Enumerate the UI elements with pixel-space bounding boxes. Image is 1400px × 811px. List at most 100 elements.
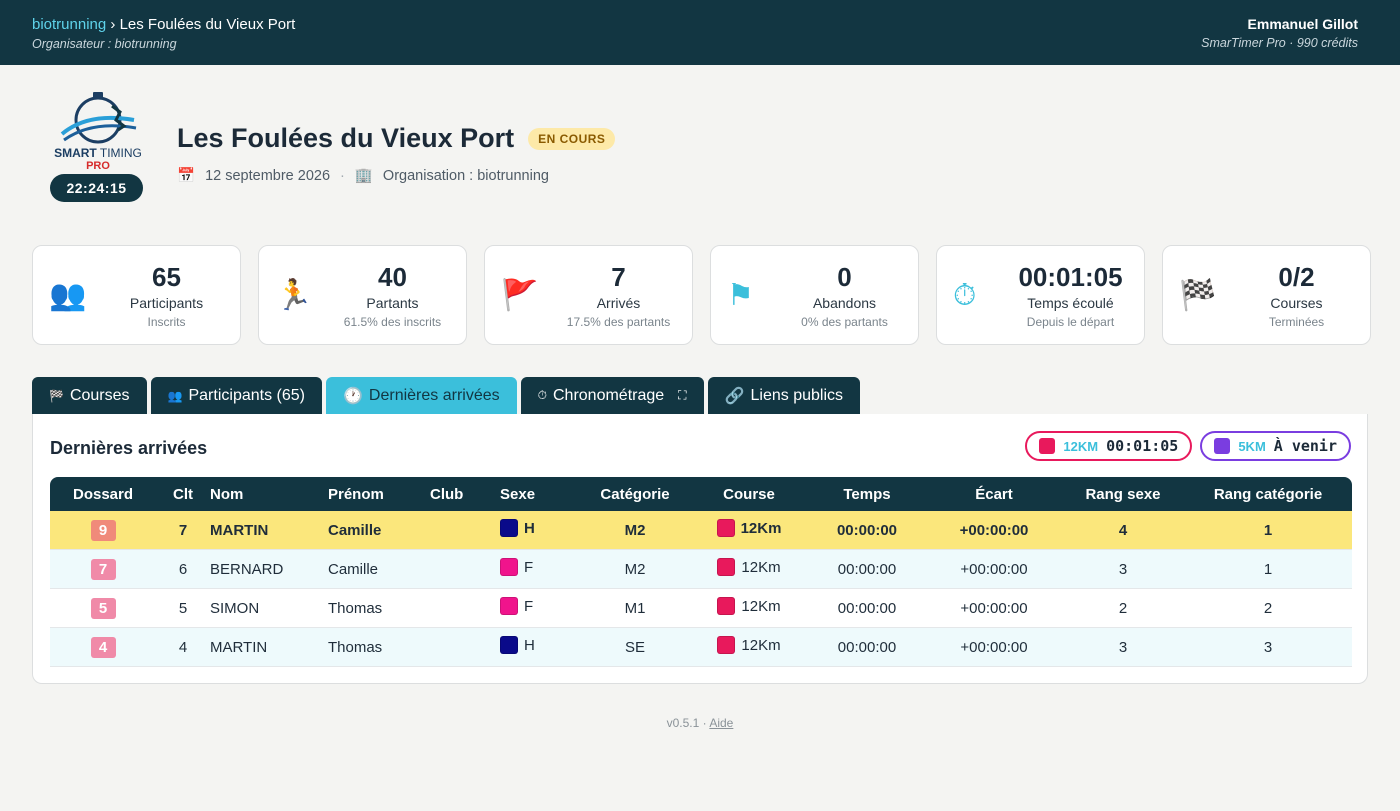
stat-label: Participants — [129, 295, 204, 311]
cell-course: 12Km — [690, 589, 808, 628]
cell-dossard: 5 — [50, 589, 156, 628]
fullscreen-icon[interactable]: ⛶ — [678, 388, 686, 403]
cell-rang-sexe: 2 — [1062, 589, 1184, 628]
tab-courses[interactable]: 🏁 Courses — [32, 377, 147, 414]
stat-hint: 17.5% des partants — [566, 315, 671, 329]
tab-bar: 🏁 Courses 👥 Participants (65) 🕐 Dernière… — [32, 377, 860, 414]
tab-last-arrivals[interactable]: 🕐 Dernières arrivées — [325, 377, 517, 414]
cell-categorie: M1 — [580, 589, 690, 628]
col-rang-sexe[interactable]: Rang sexe — [1062, 477, 1184, 511]
table-row[interactable]: 7 6 BERNARD Camille F M2 12Km 00:00:00 +00:00:00… — [50, 550, 1352, 589]
stat-value: 7 — [611, 262, 626, 292]
race-chip-name: 12KM — [1063, 438, 1099, 454]
bib-badge: 7 — [90, 558, 116, 580]
bib-badge: 4 — [90, 636, 116, 658]
race-chip-time: 00:01:05 — [1106, 437, 1179, 455]
checkered-flag-icon: 🏁 — [1179, 279, 1217, 312]
help-link[interactable]: Aide — [709, 716, 733, 730]
course-color-swatch — [717, 597, 736, 615]
event-organisation: Organisation : biotrunning — [382, 167, 549, 184]
building-icon: 🏢 — [354, 168, 373, 184]
sex-value: H — [524, 519, 535, 537]
blue-flag-icon: ⚑ — [727, 279, 754, 312]
runner-icon: 🏃 — [275, 279, 313, 312]
participants-icon: 👥 — [49, 279, 87, 312]
race-color-swatch — [1214, 438, 1231, 454]
sex-value: H — [524, 636, 535, 654]
stats-row: 👥 65 Participants Inscrits 🏃 40 Partants 61.… — [32, 245, 1371, 345]
course-color-swatch — [717, 636, 736, 654]
status-badge: EN COURS — [528, 127, 616, 150]
stat-value: 65 — [152, 262, 181, 292]
cell-sexe: H — [500, 511, 580, 550]
cell-ecart: +00:00:00 — [926, 628, 1062, 667]
cell-course: 12Km — [690, 511, 808, 550]
tab-chronometrage[interactable]: ⏱ Chronométrage ⛶ — [520, 377, 704, 414]
col-prenom[interactable]: Prénom — [328, 477, 430, 511]
col-clt[interactable]: Clt — [156, 477, 210, 511]
cell-rang-categorie: 1 — [1184, 511, 1352, 550]
cell-ecart: +00:00:00 — [926, 550, 1062, 589]
race-chip-time: À venir — [1273, 437, 1337, 455]
tab-label: Participants (65) — [188, 386, 305, 404]
breadcrumb-link-organizer[interactable]: biotrunning — [32, 16, 106, 33]
race-color-swatch — [1039, 438, 1056, 454]
table-row[interactable]: 4 4 MARTIN Thomas H SE 12Km 00:00:00 +00:00:00 3 3 — [50, 628, 1352, 667]
race-timers: 12KM 00:01:05 5KM À venir — [1025, 431, 1351, 461]
organizer-label: Organisateur : biotrunning — [32, 37, 177, 51]
footer: v0.5.1 · Aide — [0, 716, 1400, 730]
cell-dossard: 7 — [50, 550, 156, 589]
cell-sexe: F — [500, 589, 580, 628]
course-value: 12Km — [741, 597, 781, 615]
stat-hint: 0% des partants — [801, 315, 888, 329]
sex-color-swatch — [500, 558, 518, 576]
col-temps[interactable]: Temps — [808, 477, 926, 511]
col-dossard[interactable]: Dossard — [50, 477, 156, 511]
course-value: 12Km — [740, 519, 782, 537]
cell-nom: BERNARD — [210, 550, 328, 589]
race-chip-12km[interactable]: 12KM 00:01:05 — [1025, 431, 1193, 461]
sex-color-swatch — [500, 597, 518, 615]
tab-public-links[interactable]: 🔗 Liens publics — [707, 377, 860, 414]
red-flag-icon: 🚩 — [501, 279, 539, 312]
cell-club — [430, 589, 500, 628]
live-clock: 22:24:15 — [50, 174, 143, 202]
cell-rang-sexe: 3 — [1062, 628, 1184, 667]
cell-club — [430, 511, 500, 550]
user-name[interactable]: Emmanuel Gillot — [1201, 16, 1358, 32]
stat-hint: Inscrits — [147, 315, 186, 329]
col-club[interactable]: Club — [430, 477, 500, 511]
course-value: 12Km — [741, 636, 781, 654]
tab-label: Courses — [69, 386, 130, 404]
col-sexe[interactable]: Sexe — [500, 477, 580, 511]
cell-prenom: Camille — [328, 550, 430, 589]
col-ecart[interactable]: Écart — [926, 477, 1062, 511]
user-area[interactable]: Emmanuel Gillot SmarTimer Pro · 990 créd… — [1201, 16, 1358, 65]
stat-card-arrives: 🚩 7 Arrivés 17.5% des partants — [484, 245, 693, 345]
table-row[interactable]: 5 5 SIMON Thomas F M1 12Km 00:00:00 +00:00:00 2 2 — [50, 589, 1352, 628]
stat-hint: Depuis le départ — [1026, 315, 1115, 329]
cell-prenom: Thomas — [328, 589, 430, 628]
event-title-row: Les Foulées du Vieux Port EN COURS — [177, 123, 616, 154]
cell-rang-categorie: 1 — [1184, 550, 1352, 589]
sex-color-swatch — [500, 519, 518, 537]
stopwatch-icon: ⏱ — [953, 279, 977, 312]
col-nom[interactable]: Nom — [210, 477, 328, 511]
stat-label: Arrivés — [596, 295, 641, 311]
cell-rang-categorie: 3 — [1184, 628, 1352, 667]
svg-text:SMART TIMING: SMART TIMING — [54, 146, 142, 160]
race-chip-5km[interactable]: 5KM À venir — [1200, 431, 1351, 461]
table-row[interactable]: 9 7 MARTIN Camille H M2 12Km 00:00:00 +00:00:00 4… — [50, 511, 1352, 550]
cell-prenom: Camille — [328, 511, 430, 550]
last-arrivals-panel: Dernières arrivées 12KM 00:01:05 5KM À v… — [32, 414, 1368, 684]
stat-hint: Terminées — [1268, 315, 1325, 329]
cell-clt: 7 — [156, 511, 210, 550]
col-rang-categorie[interactable]: Rang catégorie — [1184, 477, 1352, 511]
tab-label: Dernières arrivées — [368, 386, 500, 404]
col-categorie[interactable]: Catégorie — [580, 477, 690, 511]
tab-participants[interactable]: 👥 Participants (65) — [150, 377, 322, 414]
cell-sexe: H — [500, 628, 580, 667]
cell-prenom: Thomas — [328, 628, 430, 667]
col-course[interactable]: Course — [690, 477, 808, 511]
breadcrumb-separator: › — [106, 16, 120, 33]
